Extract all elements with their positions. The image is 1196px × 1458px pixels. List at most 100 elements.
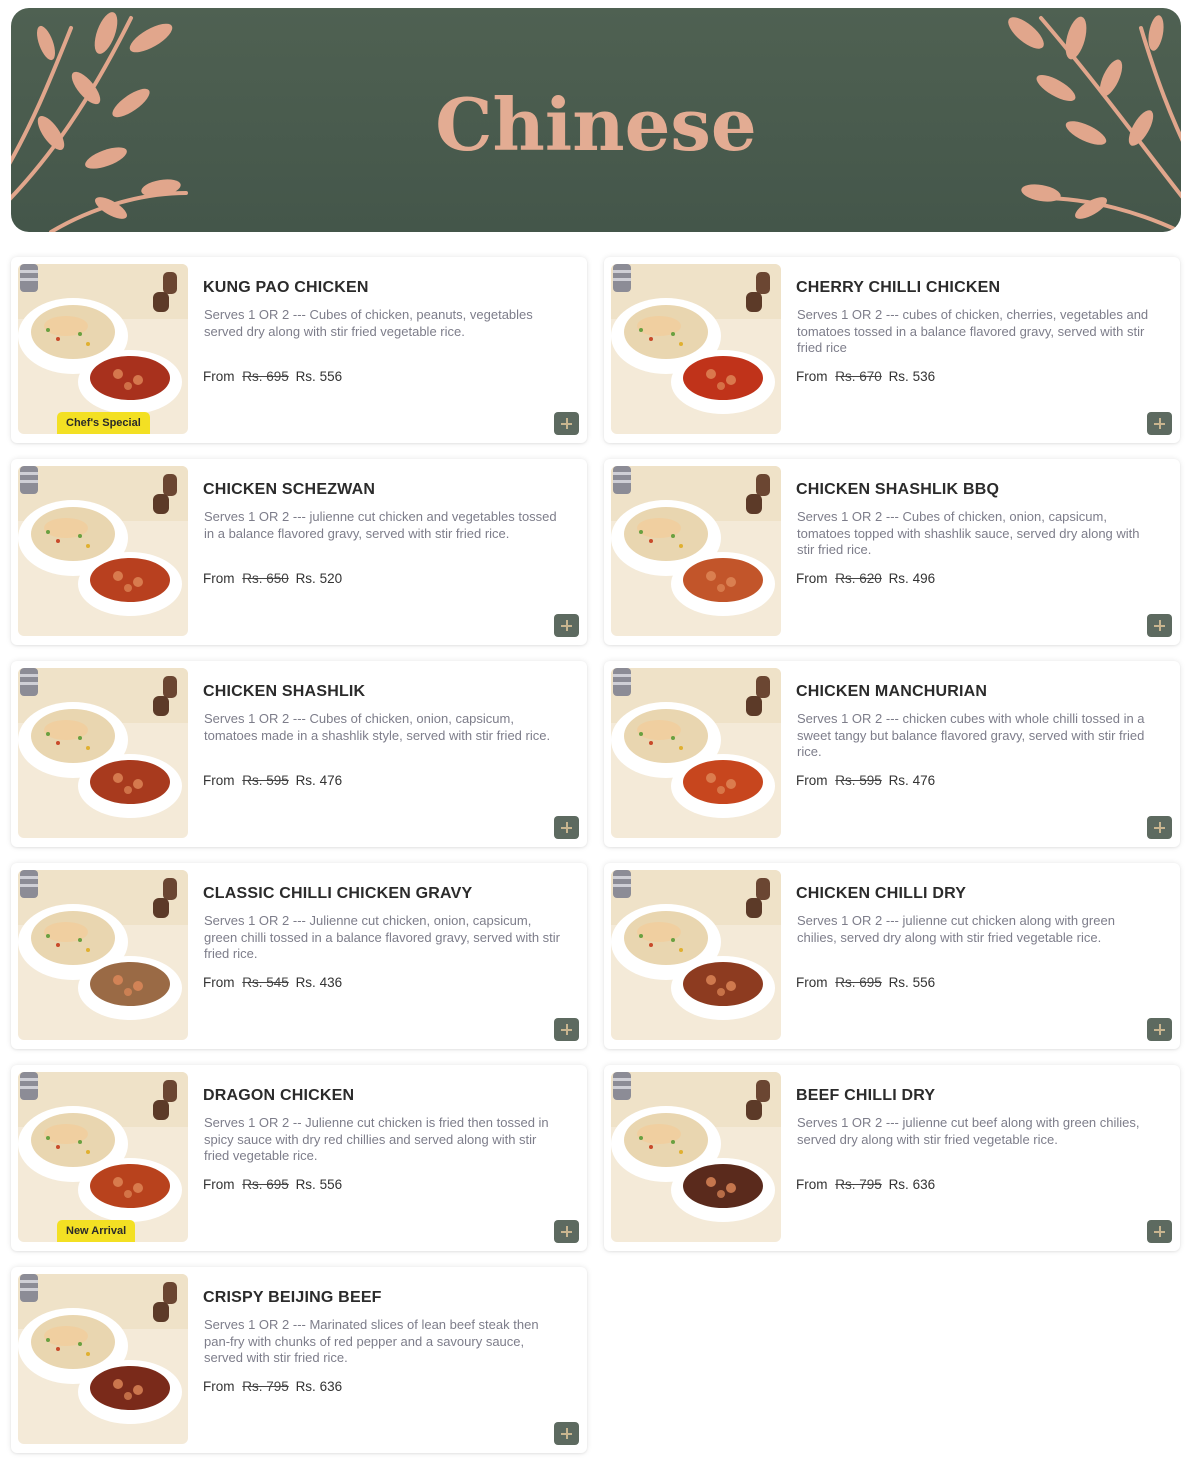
item-name[interactable]: DRAGON CHICKEN (203, 1087, 354, 1105)
item-description: Serves 1 OR 2 --- chicken cubes with who… (797, 711, 1145, 759)
menu-item-card[interactable]: New Arrival DRAGON CHICKEN Serves 1 OR 2… (11, 1065, 587, 1251)
plus-icon[interactable] (554, 1220, 579, 1243)
item-badge: Chef's Special (57, 412, 150, 434)
plus-icon[interactable] (554, 412, 579, 435)
item-name[interactable]: CHICKEN MANCHURIAN (796, 683, 987, 701)
old-price: Rs. 795 (242, 1379, 289, 1394)
price-prefix: From (203, 1379, 235, 1394)
item-name[interactable]: CLASSIC CHILLI CHICKEN GRAVY (203, 885, 472, 903)
current-price: Rs. 556 (295, 369, 343, 384)
old-price: Rs. 670 (835, 369, 882, 384)
plus-icon[interactable] (554, 1018, 579, 1041)
old-price: Rs. 620 (835, 571, 882, 586)
item-description: Serves 1 OR 2 --- Cubes of chicken, onio… (204, 711, 551, 743)
item-price: From Rs. 620 Rs. 496 (796, 571, 935, 586)
item-description: Serves 1 OR 2 --- julienne cut chicken a… (204, 509, 557, 541)
item-name[interactable]: CHICKEN SHASHLIK (203, 683, 365, 701)
current-price: Rs. 636 (888, 1177, 936, 1192)
item-name[interactable]: CHICKEN CHILLI DRY (796, 885, 966, 903)
item-name[interactable]: CRISPY BEIJING BEEF (203, 1289, 382, 1307)
menu-item-card[interactable]: BEEF CHILLI DRY Serves 1 OR 2 --- julien… (604, 1065, 1180, 1251)
current-price: Rs. 556 (295, 1177, 343, 1192)
old-price: Rs. 595 (835, 773, 882, 788)
menu-item-card[interactable]: CLASSIC CHILLI CHICKEN GRAVY Serves 1 OR… (11, 863, 587, 1049)
item-badge: New Arrival (57, 1220, 136, 1242)
price-prefix: From (796, 571, 828, 586)
category-banner: Chinese (11, 8, 1181, 232)
menu-item-card[interactable]: CHICKEN CHILLI DRY Serves 1 OR 2 --- jul… (604, 863, 1180, 1049)
menu-item-card[interactable]: CHERRY CHILLI CHICKEN Serves 1 OR 2 --- … (604, 257, 1180, 443)
item-description: Serves 1 OR 2 --- cubes of chicken, cher… (797, 307, 1149, 355)
dish-image[interactable] (611, 466, 781, 636)
dish-image[interactable] (611, 668, 781, 838)
dish-image[interactable] (18, 870, 188, 1040)
plus-icon[interactable] (1147, 412, 1172, 435)
item-description: Serves 1 OR 2 --- julienne cut chicken a… (797, 913, 1115, 945)
dish-image[interactable] (18, 1274, 188, 1444)
item-price: From Rs. 695 Rs. 556 (203, 1177, 342, 1192)
old-price: Rs. 695 (242, 369, 289, 384)
item-price: From Rs. 595 Rs. 476 (796, 773, 935, 788)
dish-image[interactable] (611, 870, 781, 1040)
price-prefix: From (203, 571, 235, 586)
item-name[interactable]: BEEF CHILLI DRY (796, 1087, 935, 1105)
item-price: From Rs. 795 Rs. 636 (796, 1177, 935, 1192)
item-name[interactable]: KUNG PAO CHICKEN (203, 279, 369, 297)
price-prefix: From (203, 975, 235, 990)
item-price: From Rs. 695 Rs. 556 (796, 975, 935, 990)
plus-icon[interactable] (1147, 1220, 1172, 1243)
plus-icon[interactable] (554, 614, 579, 637)
item-price: From Rs. 795 Rs. 636 (203, 1379, 342, 1394)
price-prefix: From (796, 773, 828, 788)
dish-image[interactable] (18, 466, 188, 636)
dish-image[interactable] (611, 1072, 781, 1242)
menu-item-card[interactable]: CHICKEN MANCHURIAN Serves 1 OR 2 --- chi… (604, 661, 1180, 847)
dish-image[interactable]: New Arrival (18, 1072, 188, 1242)
item-name[interactable]: CHICKEN SHASHLIK BBQ (796, 481, 999, 499)
old-price: Rs. 545 (242, 975, 289, 990)
item-description: Serves 1 OR 2 --- Julienne cut chicken, … (204, 913, 560, 961)
price-prefix: From (796, 1177, 828, 1192)
category-title: Chinese (435, 82, 757, 167)
item-price: From Rs. 595 Rs. 476 (203, 773, 342, 788)
price-prefix: From (203, 1177, 235, 1192)
item-price: From Rs. 695 Rs. 556 (203, 369, 342, 384)
old-price: Rs. 695 (835, 975, 882, 990)
plus-icon[interactable] (554, 816, 579, 839)
menu-item-card[interactable]: CRISPY BEIJING BEEF Serves 1 OR 2 --- Ma… (11, 1267, 587, 1453)
dish-image[interactable] (18, 668, 188, 838)
price-prefix: From (203, 369, 235, 384)
current-price: Rs. 496 (888, 571, 936, 586)
item-name[interactable]: CHICKEN SCHEZWAN (203, 481, 375, 499)
dish-image[interactable]: Chef's Special (18, 264, 188, 434)
plus-icon[interactable] (1147, 1018, 1172, 1041)
item-description: Serves 1 OR 2 --- Marinated slices of le… (204, 1317, 539, 1365)
dish-image[interactable] (611, 264, 781, 434)
current-price: Rs. 436 (295, 975, 343, 990)
item-price: From Rs. 670 Rs. 536 (796, 369, 935, 384)
item-description: Serves 1 OR 2 -- Julienne cut chicken is… (204, 1115, 549, 1163)
old-price: Rs. 695 (242, 1177, 289, 1192)
item-description: Serves 1 OR 2 --- Cubes of chicken, onio… (797, 509, 1140, 557)
item-name[interactable]: CHERRY CHILLI CHICKEN (796, 279, 1000, 297)
plus-icon[interactable] (554, 1422, 579, 1445)
price-prefix: From (203, 773, 235, 788)
current-price: Rs. 536 (888, 369, 936, 384)
old-price: Rs. 595 (242, 773, 289, 788)
current-price: Rs. 476 (295, 773, 343, 788)
item-description: Serves 1 OR 2 --- Cubes of chicken, pean… (204, 307, 533, 339)
item-price: From Rs. 545 Rs. 436 (203, 975, 342, 990)
old-price: Rs. 795 (835, 1177, 882, 1192)
menu-item-card[interactable]: CHICKEN SHASHLIK Serves 1 OR 2 --- Cubes… (11, 661, 587, 847)
old-price: Rs. 650 (242, 571, 289, 586)
menu-item-card[interactable]: CHICKEN SCHEZWAN Serves 1 OR 2 --- julie… (11, 459, 587, 645)
menu-item-card[interactable]: Chef's Special KUNG PAO CHICKEN Serves 1… (11, 257, 587, 443)
plus-icon[interactable] (1147, 816, 1172, 839)
current-price: Rs. 636 (295, 1379, 343, 1394)
current-price: Rs. 476 (888, 773, 936, 788)
item-description: Serves 1 OR 2 --- julienne cut beef alon… (797, 1115, 1140, 1147)
price-prefix: From (796, 369, 828, 384)
plus-icon[interactable] (1147, 614, 1172, 637)
menu-item-card[interactable]: CHICKEN SHASHLIK BBQ Serves 1 OR 2 --- C… (604, 459, 1180, 645)
current-price: Rs. 520 (295, 571, 343, 586)
